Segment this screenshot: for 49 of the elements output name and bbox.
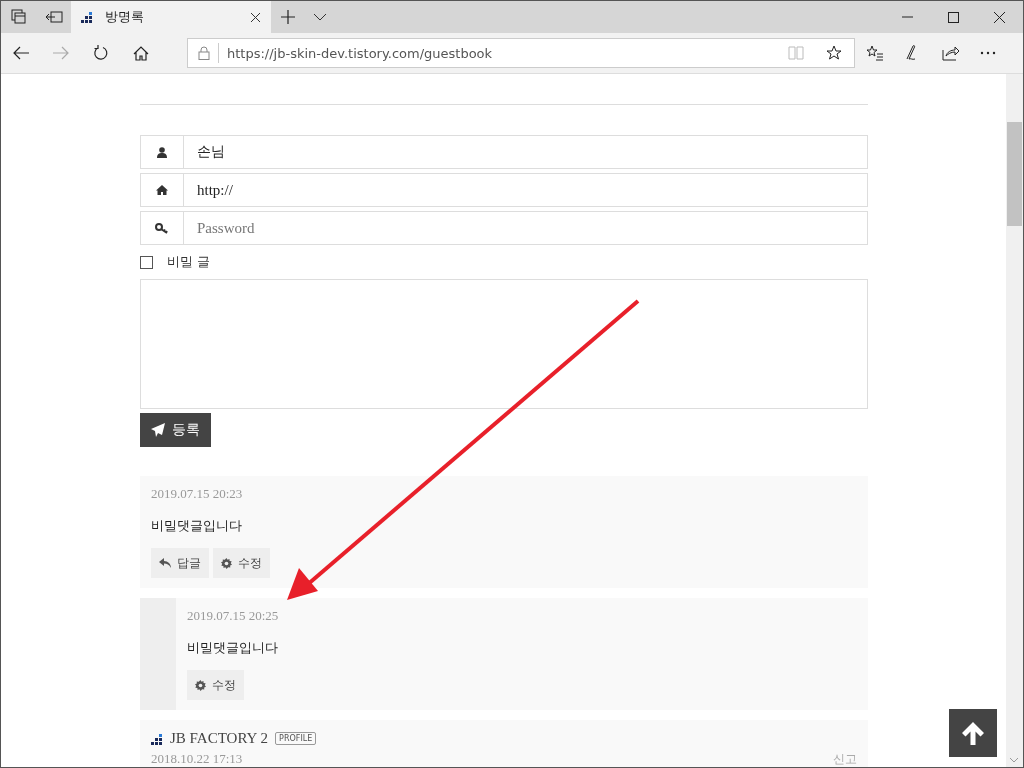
edit-button[interactable]: 수정 [187,670,244,700]
close-icon[interactable] [994,11,1005,23]
secret-label: 비밀 글 [167,253,211,271]
profile-tag[interactable]: PROFILE [275,732,317,745]
browser-tab[interactable]: 방명록 [71,1,271,33]
new-tab-icon[interactable] [281,10,295,24]
scrollbar-thumb[interactable] [1007,122,1022,226]
refresh-icon[interactable] [93,45,109,61]
comment-date: 2019.07.15 20:25 [187,608,279,624]
home-icon[interactable] [133,45,149,61]
lock-icon [198,46,210,60]
home-icon [156,185,168,195]
author-name[interactable]: JB FACTORY 2 [170,730,269,747]
gear-icon [221,557,232,569]
person-icon [157,146,167,158]
edit-button[interactable]: 수정 [213,548,270,578]
reply-icon [159,558,171,568]
url-text: https://jb-skin-dev.tistory.com/guestbook [227,45,493,61]
scrollbar[interactable] [1006,74,1023,767]
tab-title: 방명록 [105,8,145,26]
site-logo-icon [81,11,95,23]
tabs-back-icon[interactable] [45,10,63,24]
more-icon[interactable] [980,51,996,55]
back-icon[interactable] [13,46,29,60]
secret-checkbox[interactable] [140,255,153,269]
chevron-down-icon[interactable] [313,13,327,21]
comment-text: 비밀댓글입니다 [151,517,243,535]
comment-date: 2019.07.15 20:23 [151,486,243,502]
key-icon [155,222,169,234]
comment-text: 비밀댓글입니다 [187,639,279,657]
site-logo-icon [151,732,165,745]
tabs-aside-icon[interactable] [11,9,27,25]
favorites-icon[interactable] [866,45,884,61]
share-icon[interactable] [942,45,960,61]
password-field[interactable]: Password [184,211,868,245]
message-field[interactable] [140,279,868,409]
arrow-up-icon [960,720,986,746]
close-tab-icon[interactable] [250,11,261,23]
comment-date: 2018.10.22 17:13 [151,751,243,767]
submit-button[interactable]: 등록 [140,413,211,447]
address-bar[interactable]: https://jb-skin-dev.tistory.com/guestbook [187,38,855,68]
star-icon[interactable] [826,45,842,61]
send-icon [151,423,165,437]
scroll-top-button[interactable] [949,709,997,757]
name-field[interactable]: 손님 [184,135,868,169]
maximize-icon[interactable] [948,11,959,23]
gear-icon [195,679,206,691]
reply-button[interactable]: 답글 [151,548,209,578]
homepage-field[interactable]: http:// [184,173,868,207]
